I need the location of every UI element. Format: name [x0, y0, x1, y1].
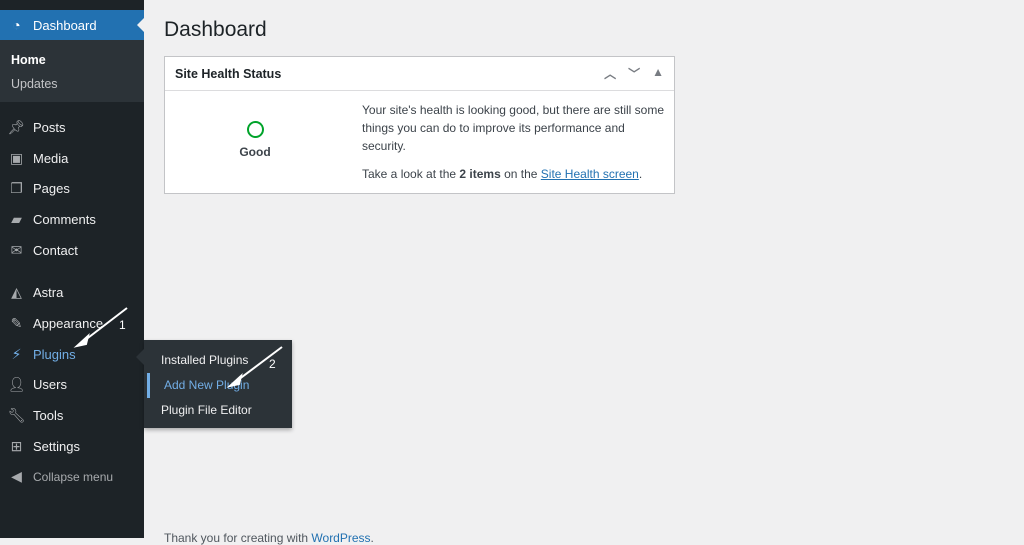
annotation-label-1: 1 — [119, 318, 126, 332]
arrow-2-head — [226, 373, 243, 388]
annotation-arrows — [73, 307, 283, 388]
annotation-label-2: 2 — [269, 357, 276, 371]
arrow-1-head — [73, 333, 90, 348]
